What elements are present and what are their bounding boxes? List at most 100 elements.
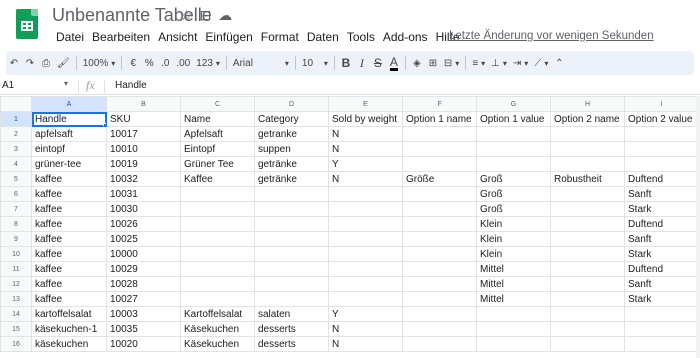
cell-d16[interactable]: desserts [254,336,329,352]
cell-i9[interactable]: Sanft [624,231,699,247]
star-icon[interactable]: ☆ [180,7,193,24]
row-header[interactable]: 7 [0,201,32,217]
decrease-decimal-button[interactable]: .0 [157,53,173,73]
cell-b8[interactable]: 10026 [106,216,181,232]
italic-button[interactable]: I [354,53,370,73]
cell-i14[interactable] [624,306,699,322]
zoom-select[interactable]: 100% [80,53,119,73]
bold-button[interactable]: B [338,53,354,73]
cell-i13[interactable]: Stark [624,291,699,307]
cell-d13[interactable] [254,291,329,307]
column-header-d[interactable]: D [254,96,329,112]
cell-i15[interactable] [624,321,699,337]
print-icon[interactable]: ⎙ [38,53,54,73]
column-header-e[interactable]: E [328,96,403,112]
cell-b5[interactable]: 10032 [106,171,181,187]
cell-a7[interactable]: kaffee [31,201,107,217]
cell-a15[interactable]: käsekuchen-1 [31,321,107,337]
cell-a9[interactable]: kaffee [31,231,107,247]
cell-e1[interactable]: Sold by weight [328,111,403,127]
cell-g5[interactable]: Groß [476,171,551,187]
cell-d5[interactable]: getränke [254,171,329,187]
more-formats-select[interactable]: 123 [193,53,223,73]
cell-h16[interactable] [550,336,625,352]
cell-h4[interactable] [550,156,625,172]
cell-h12[interactable] [550,276,625,292]
row-header[interactable]: 5 [0,171,32,187]
cell-f3[interactable] [402,141,477,157]
cell-b6[interactable]: 10031 [106,186,181,202]
font-family-select[interactable]: Arial [230,53,292,73]
cell-h15[interactable] [550,321,625,337]
cell-g11[interactable]: Mittel [476,261,551,277]
strikethrough-button[interactable]: S [370,53,386,73]
cell-d14[interactable]: salaten [254,306,329,322]
cell-f6[interactable] [402,186,477,202]
cell-b11[interactable]: 10029 [106,261,181,277]
cell-e13[interactable] [328,291,403,307]
cell-c12[interactable] [180,276,255,292]
cell-e4[interactable]: Y [328,156,403,172]
cell-h11[interactable] [550,261,625,277]
percent-format-button[interactable]: % [141,53,157,73]
cell-e8[interactable] [328,216,403,232]
column-header-i[interactable]: I [624,96,699,112]
cell-d8[interactable] [254,216,329,232]
cell-e16[interactable]: N [328,336,403,352]
cell-h6[interactable] [550,186,625,202]
cell-g10[interactable]: Klein [476,246,551,262]
menu-tools[interactable]: Tools [343,28,379,46]
cell-f5[interactable]: Größe [402,171,477,187]
cell-h2[interactable] [550,126,625,142]
cell-b7[interactable]: 10030 [106,201,181,217]
cell-b2[interactable]: 10017 [106,126,181,142]
cell-c1[interactable]: Name [180,111,255,127]
cell-c8[interactable] [180,216,255,232]
vertical-align-icon[interactable]: ⊥ [488,53,510,73]
cell-g2[interactable] [476,126,551,142]
text-wrap-icon[interactable]: ⇥ [510,53,531,73]
cell-i8[interactable]: Duftend [624,216,699,232]
cell-g14[interactable] [476,306,551,322]
cell-f12[interactable] [402,276,477,292]
cell-i3[interactable] [624,141,699,157]
font-size-select[interactable]: 10 [299,53,331,73]
cell-h14[interactable] [550,306,625,322]
cell-e5[interactable]: N [328,171,403,187]
cell-f10[interactable] [402,246,477,262]
cell-c9[interactable] [180,231,255,247]
text-rotation-icon[interactable]: ⟋ [531,53,551,73]
row-header[interactable]: 10 [0,246,32,262]
collapse-toolbar-icon[interactable]: ⌃ [551,53,567,73]
cell-i16[interactable] [624,336,699,352]
cell-d12[interactable] [254,276,329,292]
fill-handle[interactable] [103,123,106,126]
cell-c10[interactable] [180,246,255,262]
cell-d15[interactable]: desserts [254,321,329,337]
cell-c13[interactable] [180,291,255,307]
cell-c6[interactable] [180,186,255,202]
cell-g15[interactable] [476,321,551,337]
merge-cells-icon[interactable]: ⊟ [441,53,462,73]
cell-d9[interactable] [254,231,329,247]
column-header-c[interactable]: C [180,96,255,112]
cell-a6[interactable]: kaffee [31,186,107,202]
cell-e7[interactable] [328,201,403,217]
cell-i4[interactable] [624,156,699,172]
cell-a14[interactable]: kartoffelsalat [31,306,107,322]
fill-color-icon[interactable]: ◈ [409,53,425,73]
cell-e11[interactable] [328,261,403,277]
cell-e2[interactable]: N [328,126,403,142]
cell-c2[interactable]: Apfelsaft [180,126,255,142]
move-folder-icon[interactable]: ⊡ [200,7,212,24]
cell-g9[interactable]: Klein [476,231,551,247]
cell-h8[interactable] [550,216,625,232]
cell-e15[interactable]: N [328,321,403,337]
cell-h9[interactable] [550,231,625,247]
cell-a16[interactable]: käsekuchen [31,336,107,352]
cell-g12[interactable]: Mittel [476,276,551,292]
cell-d4[interactable]: getränke [254,156,329,172]
column-header-b[interactable]: B [106,96,181,112]
cell-c16[interactable]: Käsekuchen [180,336,255,352]
column-header-g[interactable]: G [476,96,551,112]
